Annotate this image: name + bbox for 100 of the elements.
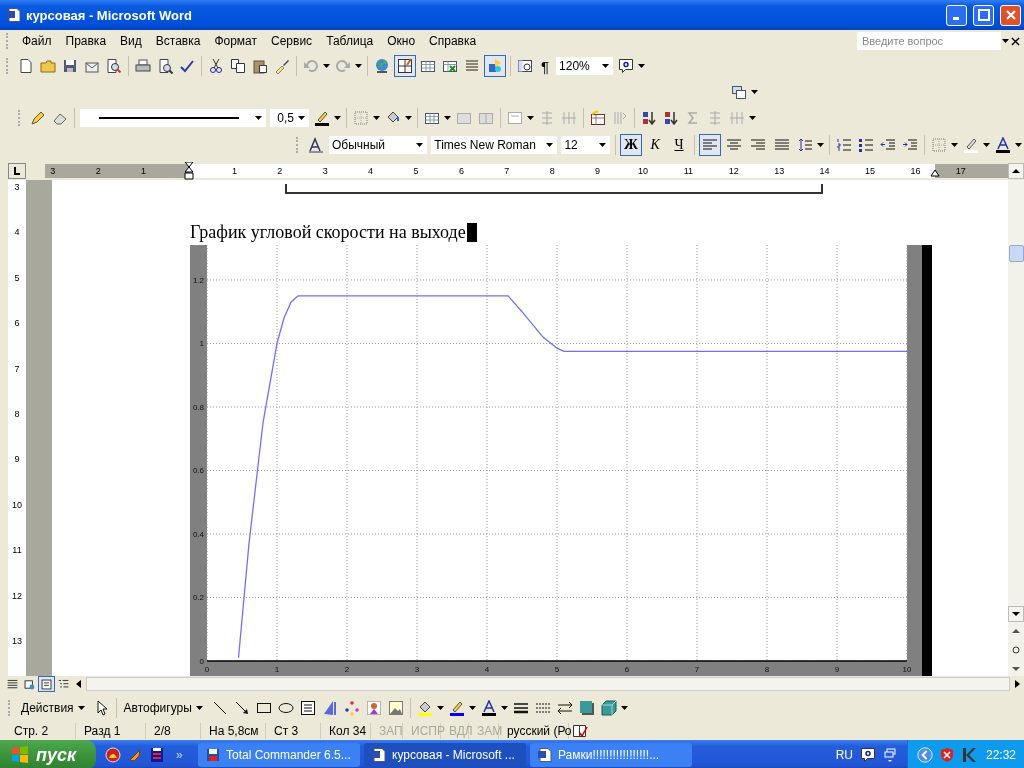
line-style-dropdown[interactable] (80, 109, 266, 127)
sort-descending-icon[interactable] (663, 110, 679, 126)
diagram-icon[interactable] (343, 700, 360, 716)
caret-icon[interactable] (255, 116, 262, 120)
rocket-icon[interactable] (127, 747, 143, 763)
menu-item[interactable]: Правка (58, 34, 114, 48)
tab-selector-icon[interactable] (8, 163, 26, 179)
menu-item[interactable]: Файл (15, 34, 59, 48)
decrease-indent-icon[interactable] (880, 137, 897, 153)
clip-art-icon[interactable] (365, 700, 382, 716)
windows-icon[interactable] (881, 747, 898, 763)
maximize-icon[interactable] (977, 9, 990, 21)
actions-menu-button[interactable]: Действия (17, 701, 91, 715)
stacked-pages-icon[interactable] (731, 84, 747, 100)
font-dropdown[interactable]: Times New Roman (431, 136, 558, 154)
font-color-icon[interactable] (480, 700, 497, 716)
caret-icon[interactable] (751, 90, 758, 94)
caret-icon[interactable] (749, 116, 756, 120)
text-box-icon[interactable] (299, 700, 316, 716)
rectangle-icon[interactable] (255, 700, 272, 716)
sort-ascending-icon[interactable] (641, 110, 657, 126)
spreadsheet-icon[interactable] (442, 58, 458, 74)
taskbar-button[interactable]: Total Commander 6.5... (198, 743, 360, 767)
caret-icon[interactable] (599, 143, 607, 147)
scissors[interactable] (208, 58, 224, 74)
scroll-thumb[interactable] (1008, 245, 1024, 262)
caret-icon[interactable] (298, 116, 305, 120)
windows-logo-icon[interactable] (10, 745, 30, 765)
increase-indent-icon[interactable] (902, 137, 919, 153)
caret-icon[interactable] (546, 143, 554, 147)
caret-icon[interactable] (620, 706, 628, 710)
cube-icon[interactable] (600, 700, 617, 716)
start-button[interactable]: пуск (0, 740, 96, 768)
line-icon[interactable] (211, 700, 228, 716)
shadow-icon[interactable] (578, 700, 595, 716)
folder[interactable] (40, 58, 56, 74)
merge-cells-icon[interactable] (456, 110, 472, 126)
highlighter-icon[interactable] (963, 137, 980, 153)
caret-icon[interactable] (195, 706, 203, 710)
columns-icon[interactable] (464, 58, 480, 74)
more-icons-chevron[interactable]: » (176, 748, 183, 762)
menu-item[interactable]: Сервис (264, 34, 320, 48)
caret-icon[interactable] (334, 116, 341, 120)
table-icon[interactable] (424, 110, 440, 126)
maximize-button[interactable] (973, 4, 994, 26)
arrow-style-icon[interactable] (556, 700, 573, 716)
table-autoformat-icon[interactable] (590, 110, 606, 126)
pilcrow-button[interactable]: ¶ (536, 57, 555, 75)
printer[interactable] (135, 58, 151, 74)
numbered-list-icon[interactable] (836, 137, 853, 153)
caret-icon[interactable] (416, 143, 424, 147)
pen-color-icon[interactable] (314, 110, 330, 126)
caret-icon[interactable] (1015, 143, 1023, 147)
menu-item[interactable]: Формат (207, 34, 265, 48)
taskbar-button[interactable]: курсовая - Microsoft ... (364, 743, 526, 767)
caret-icon[interactable] (1002, 39, 1009, 43)
styles-icon[interactable] (308, 137, 324, 153)
text-style-button[interactable]: Ч (668, 134, 691, 156)
caret-icon[interactable] (638, 64, 646, 68)
cell-align-icon[interactable] (507, 110, 523, 126)
document-icon[interactable] (537, 747, 553, 763)
bulleted-list-icon[interactable] (858, 137, 875, 153)
close-button[interactable] (1000, 4, 1021, 26)
shield-icon[interactable] (938, 747, 955, 763)
caret-icon[interactable] (951, 143, 959, 147)
caret-icon[interactable] (77, 706, 85, 710)
text-style-button[interactable]: Ж (620, 134, 643, 156)
insert-table-icon[interactable] (420, 58, 436, 74)
split-cells-icon[interactable] (478, 110, 494, 126)
caret-icon[interactable] (468, 706, 476, 710)
browser-icon[interactable] (105, 747, 121, 763)
menu-item[interactable]: Окно (380, 34, 423, 48)
picture-icon[interactable] (387, 700, 404, 716)
scroll-up-icon[interactable] (1008, 163, 1024, 179)
font-size-dropdown[interactable]: 12 (561, 136, 611, 154)
antivirus-icon[interactable] (960, 747, 977, 763)
caret-icon[interactable] (405, 116, 412, 120)
help-icon[interactable] (859, 747, 876, 763)
caret-icon[interactable] (373, 116, 380, 120)
caret-icon[interactable] (602, 64, 610, 68)
minimize-button[interactable] (946, 4, 967, 26)
document-map-icon[interactable] (517, 58, 533, 74)
style-dropdown[interactable]: Обычный (329, 136, 428, 154)
pencil-icon[interactable] (30, 110, 46, 126)
line-weight-dropdown[interactable]: 0,5 (270, 109, 309, 127)
menu-item[interactable]: Вид (113, 34, 149, 48)
spacing-icon[interactable] (797, 137, 814, 153)
line-style-icon[interactable] (512, 700, 529, 716)
autoshapes-menu-button[interactable]: Автофигуры (119, 701, 209, 715)
caret-icon[interactable] (817, 143, 825, 147)
line-color-icon[interactable] (448, 700, 465, 716)
horizontal-scrollbar[interactable] (86, 677, 1010, 691)
arrow-icon[interactable] (233, 700, 250, 716)
language-indicator[interactable]: RU (831, 748, 857, 762)
font-color-icon[interactable] (995, 137, 1012, 153)
caret-icon[interactable] (527, 116, 534, 120)
dash-style-icon[interactable] (534, 700, 551, 716)
scroll-down-icon[interactable] (1008, 606, 1024, 622)
wordart-icon[interactable] (321, 700, 338, 716)
caret-icon[interactable] (436, 706, 444, 710)
